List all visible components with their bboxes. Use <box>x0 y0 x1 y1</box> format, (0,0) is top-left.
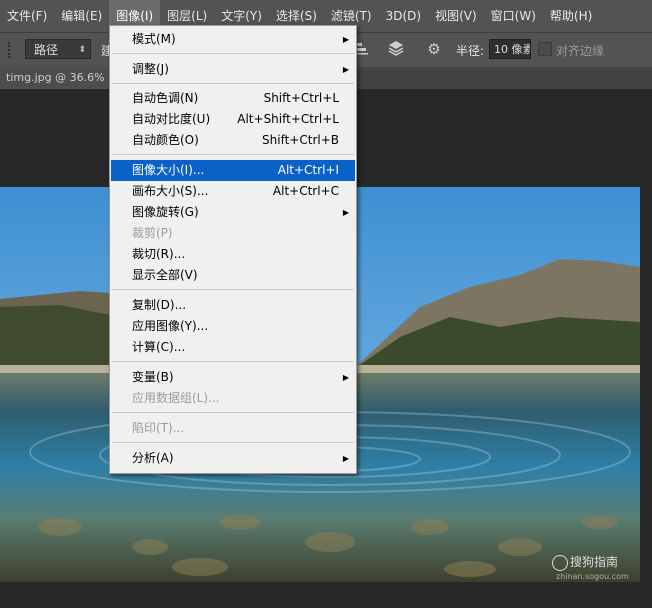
menu-item-trap: 陷印(T)... <box>111 418 355 439</box>
menu-item-label: 计算(C)... <box>132 340 186 354</box>
menu-item-apply-image[interactable]: 应用图像(Y)... <box>111 316 355 337</box>
menu-item-label: 自动对比度(U) <box>132 112 211 126</box>
menu-item-label: 应用图像(Y)... <box>132 319 209 333</box>
menu-help[interactable]: 帮助(H) <box>543 0 599 32</box>
menu-item-label: 画布大小(S)... <box>132 184 209 198</box>
menu-item-auto-contrast[interactable]: 自动对比度(U) Alt+Shift+Ctrl+L <box>111 109 355 130</box>
menu-item-image-size[interactable]: 图像大小(I)... Alt+Ctrl+I <box>111 160 355 181</box>
menu-item-label: 变量(B) <box>132 370 174 384</box>
menu-window[interactable]: 窗口(W) <box>484 0 543 32</box>
menu-3d[interactable]: 3D(D) <box>379 0 428 32</box>
menu-item-label: 模式(M) <box>132 32 176 46</box>
menu-item-label: 裁切(R)... <box>132 247 186 261</box>
menu-item-label: 图像大小(I)... <box>132 163 205 177</box>
menu-item-label: 自动色调(N) <box>132 91 199 105</box>
path-mode-select[interactable]: 路径 ⬍ <box>25 39 91 59</box>
menu-item-label: 调整(J) <box>132 62 169 76</box>
gear-icon[interactable]: ⚙ <box>425 40 443 58</box>
menu-item-trim[interactable]: 裁切(R)... <box>111 244 355 265</box>
menu-item-label: 陷印(T)... <box>132 421 185 435</box>
sogou-logo-icon <box>552 554 568 571</box>
menu-separator <box>112 53 354 54</box>
menu-view[interactable]: 视图(V) <box>428 0 484 32</box>
menu-item-image-rotation[interactable]: 图像旋转(G) ▶ <box>111 202 355 223</box>
menu-item-reveal-all[interactable]: 显示全部(V) <box>111 265 355 286</box>
menu-item-shortcut: Shift+Ctrl+B <box>262 133 339 147</box>
menu-separator <box>112 154 354 155</box>
align-edges-checkbox[interactable] <box>538 42 552 56</box>
menu-item-shortcut: Shift+Ctrl+L <box>263 91 339 105</box>
triangle-right-icon: ▶ <box>342 65 349 74</box>
menu-item-shortcut: Alt+Ctrl+C <box>272 184 339 198</box>
triangle-right-icon: ▶ <box>342 373 349 382</box>
watermark-url: zhinan.sogou.com <box>556 572 629 581</box>
menu-separator <box>112 361 354 362</box>
watermark: 搜狗指南 <box>552 553 618 571</box>
menu-item-adjustments[interactable]: 调整(J) ▶ <box>111 59 355 80</box>
watermark-brand: 搜狗指南 <box>570 555 619 569</box>
menu-item-shortcut: Alt+Ctrl+I <box>277 163 339 177</box>
menu-item-duplicate[interactable]: 复制(D)... <box>111 295 355 316</box>
triangle-right-icon: ▶ <box>342 454 349 463</box>
image-menu-dropdown: 模式(M) ▶ 调整(J) ▶ 自动色调(N) Shift+Ctrl+L 自动对… <box>109 25 357 474</box>
path-align-icon[interactable] <box>355 41 369 57</box>
menu-separator <box>112 442 354 443</box>
menu-separator <box>112 412 354 413</box>
menu-item-label: 显示全部(V) <box>132 268 198 282</box>
menu-item-auto-tone[interactable]: 自动色调(N) Shift+Ctrl+L <box>111 88 355 109</box>
triangle-right-icon: ▶ <box>342 208 349 217</box>
triangle-right-icon: ▶ <box>342 35 349 44</box>
path-mode-value: 路径 <box>34 43 59 57</box>
menu-item-apply-data-set: 应用数据组(L)... <box>111 388 355 409</box>
menu-item-variables[interactable]: 变量(B) ▶ <box>111 367 355 388</box>
menu-separator <box>112 83 354 84</box>
menu-item-mode[interactable]: 模式(M) ▶ <box>111 29 355 50</box>
align-edges-label: 对齐边缘 <box>556 44 605 58</box>
menu-separator <box>112 289 354 290</box>
menu-item-label: 自动颜色(O) <box>132 133 199 147</box>
menu-item-label: 复制(D)... <box>132 298 187 312</box>
menu-file[interactable]: 文件(F) <box>0 0 54 32</box>
radius-label: 半径: <box>456 44 485 58</box>
menu-item-auto-color[interactable]: 自动颜色(O) Shift+Ctrl+B <box>111 130 355 151</box>
menu-item-label: 应用数据组(L)... <box>132 391 220 405</box>
options-grip[interactable] <box>8 42 16 58</box>
menu-item-label: 裁剪(P) <box>132 226 173 240</box>
updown-arrow-icon: ⬍ <box>78 45 86 55</box>
menu-item-label: 分析(A) <box>132 451 174 465</box>
stack-icon[interactable] <box>386 39 406 59</box>
menu-item-label: 图像旋转(G) <box>132 205 199 219</box>
menu-item-canvas-size[interactable]: 画布大小(S)... Alt+Ctrl+C <box>111 181 355 202</box>
radius-input[interactable]: 10 像素 <box>489 39 531 59</box>
menu-item-calculations[interactable]: 计算(C)... <box>111 337 355 358</box>
menu-item-crop: 裁剪(P) <box>111 223 355 244</box>
menu-item-shortcut: Alt+Shift+Ctrl+L <box>237 112 339 126</box>
document-tab[interactable]: timg.jpg @ 36.6% <box>0 67 111 89</box>
menu-item-analysis[interactable]: 分析(A) ▶ <box>111 448 355 469</box>
menu-edit[interactable]: 编辑(E) <box>54 0 109 32</box>
